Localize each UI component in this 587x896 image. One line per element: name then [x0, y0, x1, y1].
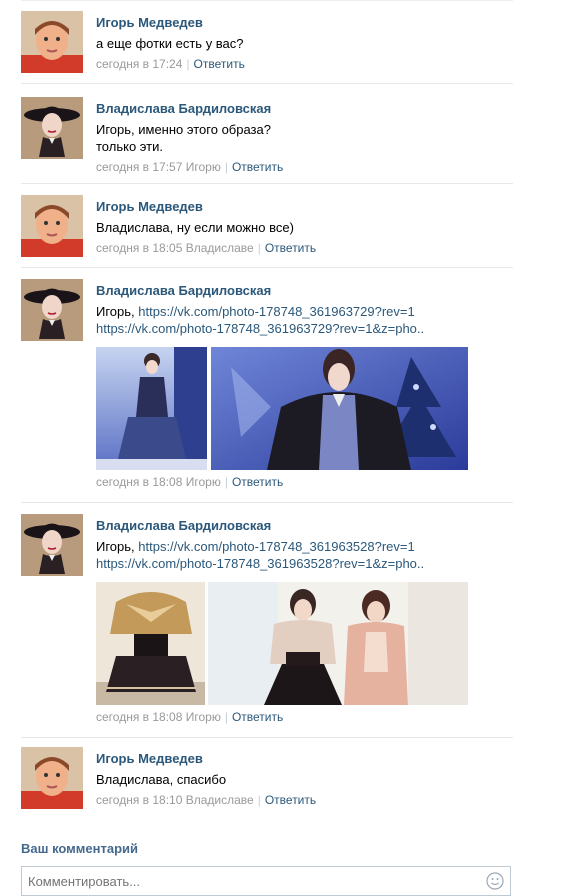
comment-author[interactable]: Владислава Бардиловская — [96, 100, 513, 118]
comment-meta: сегодня в 18:10 Владиславе | Ответить — [96, 793, 317, 807]
comment-text: а еще фотки есть у вас? — [96, 36, 244, 51]
comment-text-prefix: Игорь, — [96, 539, 139, 554]
reply-link[interactable]: Ответить — [232, 160, 283, 174]
reply-link[interactable]: Ответить — [265, 241, 316, 255]
comment-text-prefix: Игорь, — [96, 304, 139, 319]
comment-author[interactable]: Игорь Медведев — [96, 198, 513, 216]
photo-link[interactable]: https://vk.com/photo-178748_361963528?re… — [96, 556, 424, 571]
comment-item: Игорь Медведев Владислава, спасибо сегод… — [21, 738, 513, 822]
comment-time[interactable]: сегодня в 17:57 Игорю — [96, 160, 221, 174]
comment-time[interactable]: сегодня в 18:05 Владиславе — [96, 241, 254, 255]
comment-meta: сегодня в 18:08 Игорю | Ответить — [96, 475, 284, 489]
comment-text: Игорь, https://vk.com/photo-178748_36196… — [96, 538, 513, 572]
avatar[interactable] — [21, 747, 83, 809]
photo-thumbnail[interactable] — [96, 347, 207, 470]
avatar[interactable] — [21, 11, 83, 73]
photo-link[interactable]: https://vk.com/photo-178748_361963528?re… — [138, 539, 414, 554]
comment-item: Владислава Бардиловская Игорь, именно эт… — [21, 84, 513, 184]
photo-attachments — [96, 347, 513, 470]
comment-text: Игорь, именно этого образа? только эти. — [96, 122, 271, 154]
comment-time[interactable]: сегодня в 17:24 — [96, 57, 182, 71]
comment-meta: сегодня в 17:57 Игорю | Ответить — [96, 160, 284, 174]
comment-form-title: Ваш комментарий — [21, 841, 139, 856]
photo-attachments — [96, 582, 513, 705]
comment-time[interactable]: сегодня в 18:08 Игорю — [96, 710, 221, 724]
comment-meta: сегодня в 18:05 Владиславе | Ответить — [96, 241, 317, 255]
comment-input[interactable] — [22, 867, 474, 896]
photo-link[interactable]: https://vk.com/photo-178748_361963729?re… — [138, 304, 414, 319]
comment-text: Владислава, ну если можно все) — [96, 220, 294, 235]
comment-item: Игорь Медведев Владислава, ну если можно… — [21, 184, 513, 268]
comment-author[interactable]: Владислава Бардиловская — [96, 282, 513, 300]
photo-link[interactable]: https://vk.com/photo-178748_361963729?re… — [96, 321, 424, 336]
comment-text: Владислава, спасибо — [96, 772, 227, 787]
smile-icon[interactable] — [486, 872, 504, 890]
reply-link[interactable]: Ответить — [232, 475, 283, 489]
photo-thumbnail[interactable] — [96, 582, 205, 705]
comment-box — [21, 866, 511, 896]
comment-author[interactable]: Игорь Медведев — [96, 14, 513, 32]
photo-thumbnail[interactable] — [211, 347, 468, 470]
comment-meta: сегодня в 17:24 | Ответить — [96, 57, 245, 71]
comment-meta: сегодня в 18:08 Игорю | Ответить — [96, 710, 284, 724]
comment-item: Владислава Бардиловская Игорь, https://v… — [21, 268, 513, 503]
comment-time[interactable]: сегодня в 18:10 Владиславе — [96, 793, 254, 807]
avatar[interactable] — [21, 195, 83, 257]
reply-link[interactable]: Ответить — [265, 793, 316, 807]
avatar[interactable] — [21, 97, 83, 159]
comment-author[interactable]: Игорь Медведев — [96, 750, 513, 768]
avatar[interactable] — [21, 514, 83, 576]
photo-thumbnail[interactable] — [208, 582, 468, 705]
reply-link[interactable]: Ответить — [232, 710, 283, 724]
comment-item: Владислава Бардиловская Игорь, https://v… — [21, 503, 513, 738]
comment-author[interactable]: Владислава Бардиловская — [96, 517, 513, 535]
comment-text: Игорь, https://vk.com/photo-178748_36196… — [96, 303, 513, 337]
comment-item: Игорь Медведев а еще фотки есть у вас? с… — [21, 0, 513, 84]
comment-time[interactable]: сегодня в 18:08 Игорю — [96, 475, 221, 489]
reply-link[interactable]: Ответить — [194, 57, 245, 71]
avatar[interactable] — [21, 279, 83, 341]
